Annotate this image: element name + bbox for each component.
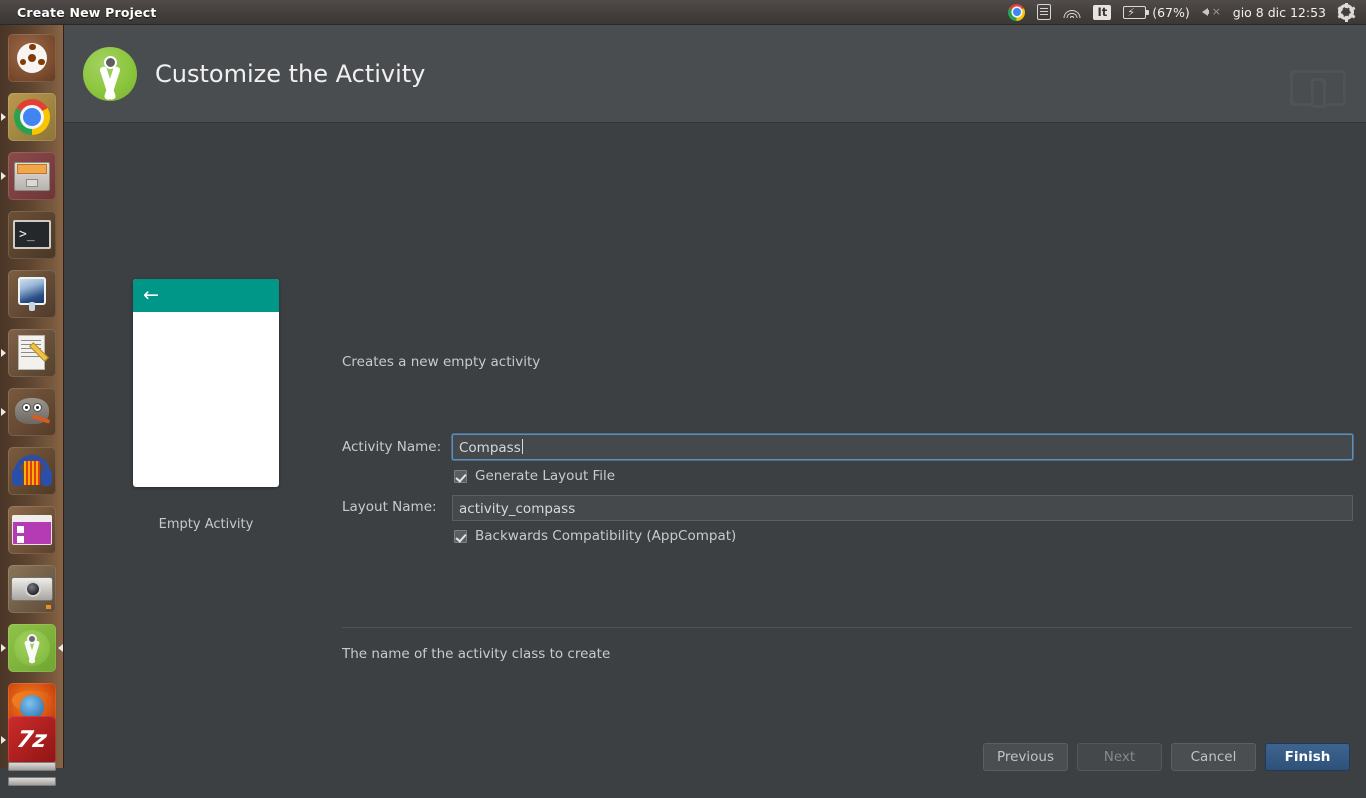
next-button[interactable]: Next (1077, 743, 1162, 771)
checkmark-icon (454, 469, 467, 483)
launcher-item-text-editor[interactable] (0, 323, 64, 382)
launcher-item-audacity[interactable] (0, 441, 64, 500)
chrome-indicator[interactable] (1002, 0, 1031, 25)
notes-indicator[interactable] (1031, 0, 1057, 25)
unity-launcher: >_ 7z (0, 25, 64, 786)
sound-indicator[interactable]: × (1196, 0, 1227, 25)
running-indicator (1, 171, 6, 180)
dialog-header: Customize the Activity (64, 25, 1366, 123)
finish-button[interactable]: Finish (1265, 743, 1350, 771)
launcher-item-terminal[interactable]: >_ (0, 205, 64, 264)
virtualbox-icon (8, 269, 56, 318)
generate-layout-file-checkbox[interactable]: Generate Layout File (454, 468, 615, 484)
tablet-phone-preview-icon (1290, 70, 1346, 108)
ubuntu-top-panel: Create New Project It ⚡ (67%) × gio 8 di… (0, 0, 1366, 25)
keyboard-layout-indicator[interactable]: It (1087, 0, 1117, 25)
gear-icon (1337, 2, 1355, 22)
running-indicator (1, 407, 6, 416)
launcher-item-gimp[interactable] (0, 382, 64, 441)
network-indicator[interactable] (1057, 0, 1087, 25)
running-indicator (1, 112, 6, 121)
ubuntu-logo-icon (8, 33, 56, 82)
chrome-icon (1008, 3, 1026, 21)
archive-icon: 7z (8, 715, 56, 764)
back-arrow-icon: ← (143, 284, 159, 306)
window-stack-1 (8, 762, 56, 771)
template-preview[interactable]: ← Empty Activity (133, 279, 279, 532)
terminal-icon: >_ (8, 210, 56, 259)
focused-indicator (58, 643, 63, 652)
text-caret (521, 439, 523, 454)
create-new-project-dialog: Customize the Activity ← Empty Activity … (64, 25, 1366, 771)
preview-template-label: Empty Activity (158, 517, 254, 532)
running-indicator (1, 643, 6, 652)
dialog-footer: Previous Next Cancel Finish (64, 743, 1366, 798)
file-manager-icon (8, 151, 56, 200)
volume-muted-icon: × (1201, 5, 1221, 19)
android-studio-logo-icon (81, 45, 139, 103)
clock-label: gio 8 dic 12:53 (1232, 4, 1326, 20)
battery-indicator[interactable]: ⚡ (67%) (1117, 0, 1196, 25)
launcher-item-archive[interactable]: 7z (0, 710, 64, 769)
android-studio-icon (8, 623, 56, 672)
backwards-compatibility-checkbox[interactable]: Backwards Compatibility (AppCompat) (454, 528, 736, 544)
notes-icon (1037, 4, 1052, 20)
dialog-body: ← Empty Activity Creates a new empty act… (64, 124, 1366, 771)
previous-button[interactable]: Previous (983, 743, 1068, 771)
launcher-item-camera[interactable] (0, 559, 64, 618)
running-indicator (1, 348, 6, 357)
window-title: Create New Project (17, 4, 157, 20)
gimp-icon (8, 387, 56, 436)
launcher-item-android-studio[interactable] (0, 618, 64, 677)
layout-name-label: Layout Name: (342, 499, 437, 515)
footer-separator (342, 627, 1352, 628)
activity-name-value: Compass (459, 440, 521, 456)
activity-name-label: Activity Name: (342, 439, 442, 455)
chrome-icon (8, 92, 56, 141)
window-stack-2 (8, 777, 56, 786)
session-indicator[interactable] (1332, 0, 1360, 25)
launcher-item-files[interactable] (0, 146, 64, 205)
activity-name-input[interactable]: Compass (452, 434, 1353, 460)
preview-appbar: ← (133, 279, 279, 312)
text-editor-icon (8, 328, 56, 377)
cancel-button[interactable]: Cancel (1171, 743, 1256, 771)
page-title: Customize the Activity (155, 59, 426, 88)
system-tray: It ⚡ (67%) × gio 8 dic 12:53 (1002, 0, 1366, 25)
preview-card: ← (133, 279, 279, 487)
running-indicator (1, 735, 6, 744)
presentation-icon (8, 505, 56, 554)
backwards-compatibility-label: Backwards Compatibility (AppCompat) (475, 528, 737, 544)
checkmark-icon (454, 529, 467, 543)
layout-name-value: activity_compass (459, 501, 576, 517)
battery-icon: ⚡ (1123, 5, 1149, 19)
launcher-item-chrome[interactable] (0, 87, 64, 146)
battery-percent: (67%) (1152, 4, 1190, 20)
clock-indicator[interactable]: gio 8 dic 12:53 (1227, 0, 1332, 25)
wifi-icon (1063, 5, 1081, 19)
camera-icon (8, 564, 56, 613)
generate-layout-file-label: Generate Layout File (475, 468, 616, 484)
template-description: Creates a new empty activity (342, 354, 541, 370)
audacity-icon (8, 446, 56, 495)
layout-name-input[interactable]: activity_compass (452, 495, 1353, 521)
help-text: The name of the activity class to create (342, 646, 611, 662)
launcher-item-virtualbox[interactable] (0, 264, 64, 323)
launcher-item-presentation[interactable] (0, 500, 64, 559)
keyboard-layout-badge: It (1093, 4, 1112, 20)
launcher-item-dash[interactable] (0, 28, 64, 87)
